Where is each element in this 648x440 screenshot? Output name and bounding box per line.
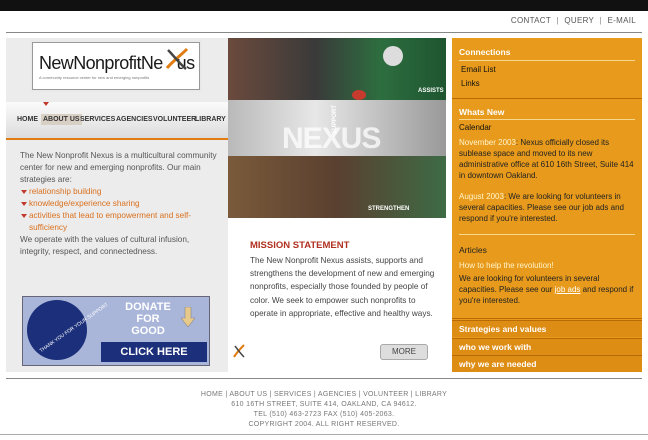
articles-text: We are looking for volunteers in several…: [459, 274, 634, 305]
donate-line: FOR: [136, 313, 160, 325]
why-needed-band[interactable]: why we are needed: [452, 355, 642, 372]
hero-photo-collage: NEXUS ASSISTS SUPPORT STRENGTHEN: [228, 38, 446, 218]
assists-tag: ASSISTS: [418, 88, 444, 94]
articles-heading: Articles: [459, 245, 487, 255]
footer-copyright: COPYRIGHT 2004. ALL RIGHT RESERVED.: [248, 421, 400, 428]
donate-banner[interactable]: THANK YOU FOR YOUR SUPPORT DONATE FOR GO…: [22, 296, 210, 366]
left-column: NewNonprofitNe us A community resource ce…: [6, 38, 228, 372]
more-button[interactable]: MORE: [380, 344, 428, 360]
footer-line: [0, 434, 648, 435]
footer: HOME | ABOUT US | SERVICES | AGENCIES | …: [0, 390, 648, 430]
strengthen-tag: STRENGTHEN: [368, 206, 410, 212]
articles-link[interactable]: How to help the revolution!: [459, 260, 635, 271]
who-we-work-with-link[interactable]: who we work with: [459, 342, 531, 352]
strategy-item: activities that lead to empowerment and …: [20, 210, 220, 234]
query-link[interactable]: QUERY: [564, 16, 594, 25]
mission-title: MISSION STATEMENT: [250, 240, 350, 251]
divider: [452, 98, 642, 99]
nav-volunteer[interactable]: VOLUNTEER: [151, 114, 198, 125]
nav-home[interactable]: HOME: [15, 114, 40, 125]
strategy-list: relationship building knowledge/experien…: [20, 186, 220, 234]
nav-services[interactable]: SERVICES: [78, 114, 117, 125]
donate-line: DONATE: [125, 301, 171, 313]
intro-text: The New Nonprofit Nexus is a multicultur…: [20, 150, 220, 258]
donate-heading: DONATE FOR GOOD: [123, 301, 173, 337]
email-link[interactable]: E-MAIL: [608, 16, 636, 25]
email-list-link[interactable]: Email List: [461, 65, 496, 74]
divider: [452, 318, 642, 319]
main-nav: HOME ABOUT US SERVICES AGENCIES VOLUNTEE…: [6, 102, 228, 140]
photo-children: [228, 38, 446, 100]
bottom-divider: [6, 378, 642, 379]
news-item-1: November 2003: Nexus officially closed i…: [459, 138, 634, 180]
site-logo[interactable]: NewNonprofitNe us A community resource ce…: [32, 42, 200, 90]
seal-text: THANK YOU FOR YOUR SUPPORT: [38, 301, 110, 355]
footer-phone: TEL (510) 463-2723 FAX (510) 405-2063.: [253, 411, 395, 418]
divider: [459, 234, 635, 235]
footer-address: 610 16TH STREET, SUITE 414, OAKLAND, CA …: [231, 401, 417, 408]
separator: |: [556, 16, 559, 25]
nav-agencies[interactable]: AGENCIES: [114, 114, 155, 125]
divider: [459, 60, 635, 61]
logo-tagline: A community resource center for new and …: [39, 75, 150, 80]
calendar-link[interactable]: Calendar: [459, 123, 491, 132]
strategies-link[interactable]: Strategies and values: [459, 324, 546, 334]
thank-you-seal: THANK YOU FOR YOUR SUPPORT: [27, 300, 110, 360]
strategy-item: knowledge/experience sharing: [20, 198, 220, 210]
arrow-down-icon: [181, 307, 195, 327]
top-divider: [6, 32, 642, 33]
support-tag: SUPPORT: [332, 104, 338, 134]
contact-link[interactable]: CONTACT: [511, 16, 551, 25]
top-links: CONTACT | QUERY | E-MAIL: [511, 16, 636, 25]
middle-column: NEXUS ASSISTS SUPPORT STRENGTHEN MISSION…: [228, 38, 446, 372]
separator: |: [599, 16, 602, 25]
donate-line: GOOD: [131, 325, 165, 337]
nexus-mark-icon: [233, 344, 245, 358]
strategies-band[interactable]: Strategies and values: [452, 320, 642, 337]
who-we-work-with-band[interactable]: who we work with: [452, 338, 642, 355]
values-paragraph: We operate with the values of cultural i…: [20, 235, 190, 256]
connections-heading: Connections: [459, 47, 511, 57]
intro-paragraph: The New Nonprofit Nexus is a multicultur…: [20, 151, 217, 184]
nav-about-us[interactable]: ABOUT US: [41, 114, 82, 125]
job-ads-link[interactable]: job ads: [555, 285, 581, 294]
logo-x-icon: [165, 47, 189, 70]
strategy-item: relationship building: [20, 186, 220, 198]
whats-new-heading: Whats New: [459, 107, 505, 117]
news-item-2: August 2003: We are looking for voluntee…: [459, 192, 624, 223]
footer-nav[interactable]: HOME | ABOUT US | SERVICES | AGENCIES | …: [0, 390, 648, 400]
mission-text: The New Nonprofit Nexus assists, support…: [250, 256, 435, 318]
click-here-button[interactable]: CLICK HERE: [101, 342, 207, 362]
nav-library[interactable]: LIBRARY: [193, 114, 228, 125]
links-link[interactable]: Links: [461, 79, 480, 88]
why-needed-link[interactable]: why we are needed: [459, 359, 536, 369]
right-sidebar: Connections Email List Links Whats New C…: [452, 38, 642, 372]
top-black-bar: [0, 0, 648, 11]
active-caret-icon: [43, 102, 49, 106]
photo-hands: [228, 156, 446, 218]
divider: [459, 119, 635, 120]
